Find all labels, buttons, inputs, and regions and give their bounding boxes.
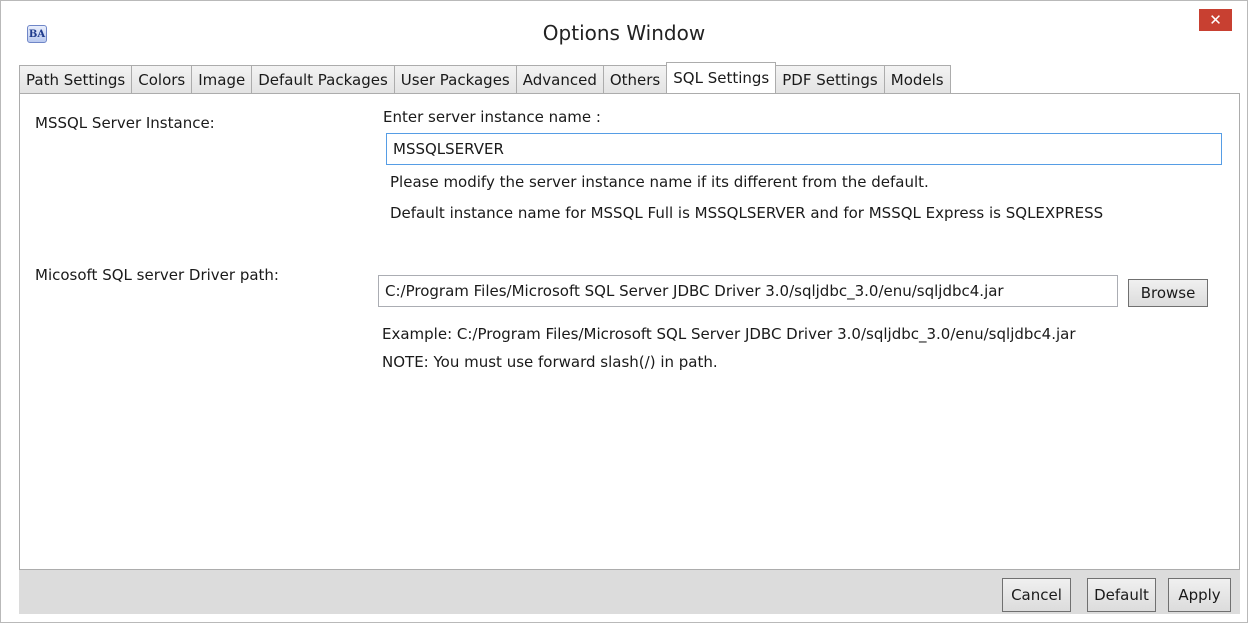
window-title: Options Window	[542, 21, 706, 45]
tab-others[interactable]: Others	[602, 65, 668, 93]
footer-bar: Cancel Default Apply	[19, 570, 1240, 614]
tab-sql-settings[interactable]: SQL Settings	[666, 62, 777, 93]
close-button[interactable]: ✕	[1199, 9, 1232, 31]
instance-default-hint: Default instance name for MSSQL Full is …	[390, 204, 1104, 222]
tab-default-packages[interactable]: Default Packages	[251, 65, 395, 93]
tab-user-packages[interactable]: User Packages	[393, 65, 517, 93]
driver-path-input[interactable]: C:/Program Files/Microsoft SQL Server JD…	[378, 275, 1118, 307]
default-button[interactable]: Default	[1087, 578, 1156, 612]
sql-settings-panel: MSSQL Server Instance: Enter server inst…	[19, 93, 1240, 570]
tab-colors[interactable]: Colors	[131, 65, 193, 93]
close-icon: ✕	[1209, 11, 1222, 29]
driver-path-example: Example: C:/Program Files/Microsoft SQL …	[382, 325, 1076, 343]
driver-path-label: Micosoft SQL server Driver path:	[35, 266, 279, 284]
title-bar[interactable]: BA Options Window ✕	[1, 1, 1247, 58]
cancel-button[interactable]: Cancel	[1002, 578, 1071, 612]
options-window: BA Options Window ✕ Path Settings Colors…	[0, 0, 1248, 623]
apply-button[interactable]: Apply	[1168, 578, 1231, 612]
tab-advanced[interactable]: Advanced	[515, 65, 604, 93]
instance-prompt: Enter server instance name :	[383, 108, 601, 126]
driver-path-note: NOTE: You must use forward slash(/) in p…	[382, 353, 718, 371]
tab-path-settings[interactable]: Path Settings	[19, 65, 133, 93]
tab-image[interactable]: Image	[191, 65, 253, 93]
tab-pdf-settings[interactable]: PDF Settings	[775, 65, 885, 93]
instance-name-input[interactable]: MSSQLSERVER	[386, 133, 1222, 165]
tab-strip: Path Settings Colors Image Default Packa…	[19, 62, 951, 93]
instance-label: MSSQL Server Instance:	[35, 114, 215, 132]
browse-button[interactable]: Browse	[1128, 279, 1208, 307]
instance-hint: Please modify the server instance name i…	[390, 173, 929, 191]
tab-models[interactable]: Models	[883, 65, 951, 93]
